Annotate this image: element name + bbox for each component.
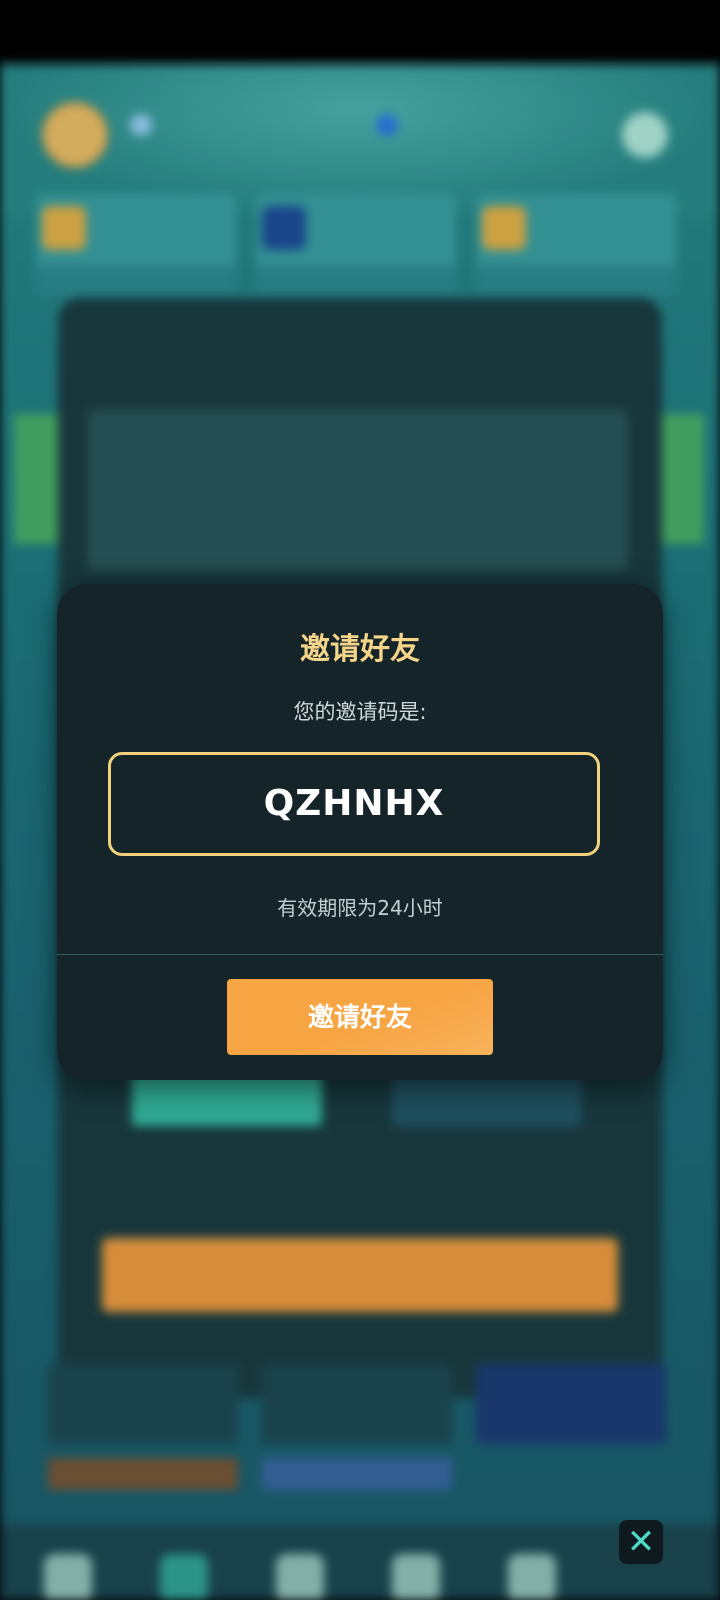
modal-title: 邀请好友 (300, 632, 420, 667)
divider (57, 954, 663, 955)
invite-code-label: 您的邀请码是: (293, 700, 427, 724)
invite-friend-button[interactable]: 邀请好友 (227, 979, 493, 1055)
invite-modal: 邀请好友 您的邀请码是: QZHNHX 有效期限为24小时 邀请好友 (57, 584, 663, 1080)
invite-code-box[interactable]: QZHNHX (108, 752, 600, 856)
status-bar (0, 0, 720, 64)
close-icon[interactable]: ✕ (619, 1520, 663, 1564)
validity-text: 有效期限为24小时 (277, 896, 443, 920)
invite-code[interactable]: QZHNHX (111, 755, 597, 853)
